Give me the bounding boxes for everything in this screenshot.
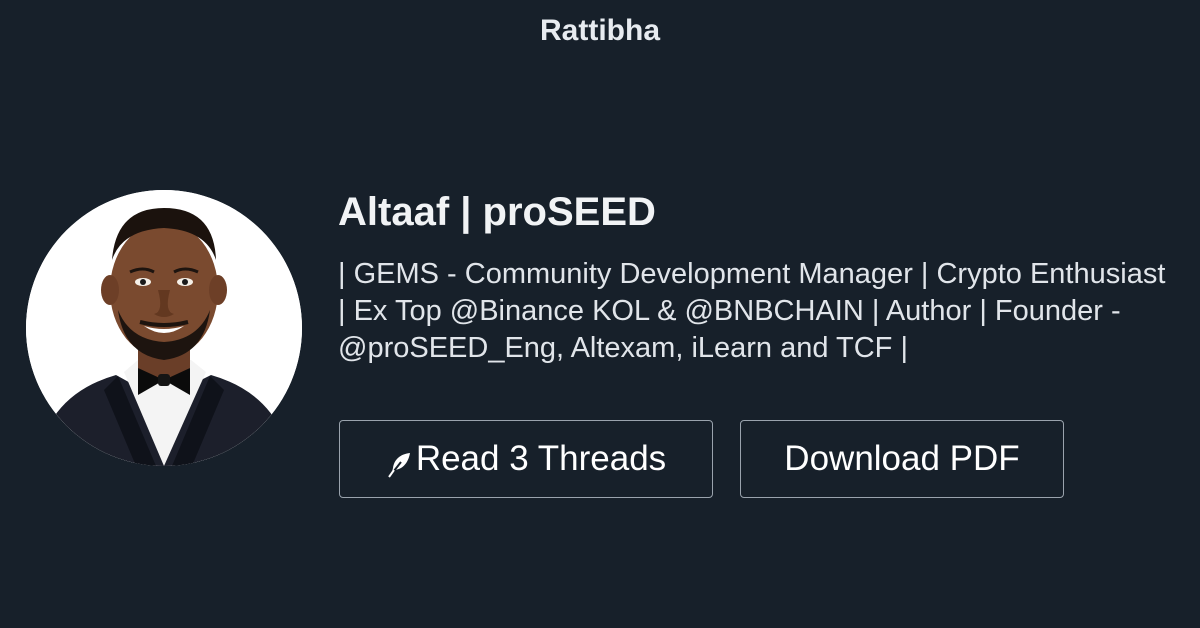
read-threads-label: Read 3 Threads	[415, 439, 667, 478]
avatar-photo	[26, 190, 302, 466]
profile-name: Altaaf | proSEED	[338, 190, 656, 234]
profile-bio: | GEMS - Community Development Manager |…	[338, 258, 1166, 364]
read-threads-button[interactable]: Read 3 Threads	[339, 420, 713, 498]
brand-title: Rattibha	[540, 14, 660, 47]
download-pdf-button[interactable]: Download PDF	[740, 420, 1064, 498]
feather-icon	[386, 447, 414, 478]
download-pdf-label: Download PDF	[784, 439, 1020, 478]
avatar	[26, 190, 302, 466]
